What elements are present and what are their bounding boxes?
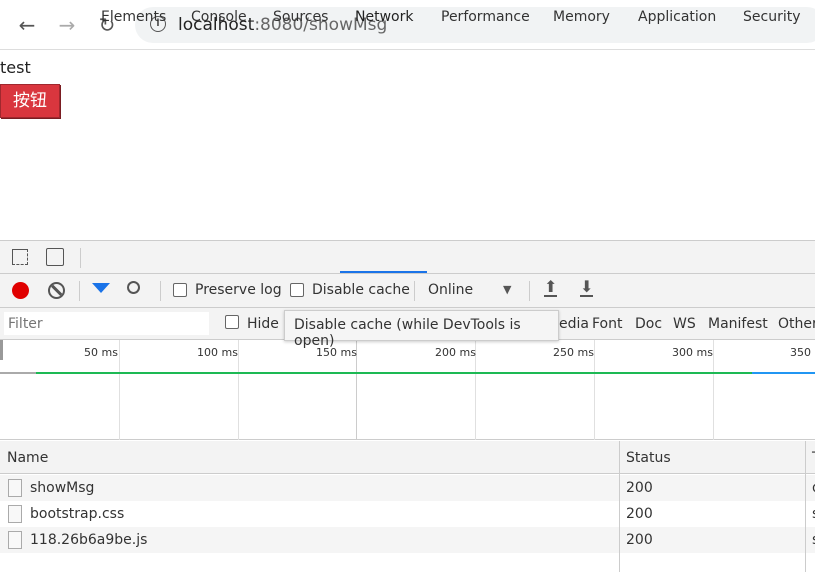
clear-icon[interactable]	[48, 282, 65, 299]
tab-network[interactable]: Network	[355, 9, 413, 25]
request-name: bootstrap.css	[30, 506, 125, 522]
hide-data-urls-checkbox[interactable]	[225, 315, 239, 329]
filter-type-font[interactable]: Font	[592, 316, 622, 332]
timeline-bar-blue	[752, 372, 815, 374]
tick-label: 200 ms	[435, 346, 476, 359]
tab-security[interactable]: Security	[743, 9, 801, 25]
filter-type-manifest[interactable]: Manifest	[708, 316, 768, 332]
dropdown-arrow-icon[interactable]: ▼	[503, 283, 511, 296]
tooltip: Disable cache (while DevTools is open)	[284, 310, 559, 349]
column-name[interactable]: Name	[7, 450, 48, 466]
file-icon	[8, 505, 22, 523]
timeline-bar-green	[36, 372, 752, 374]
tick-label: 100 ms	[197, 346, 238, 359]
inspect-element-icon[interactable]	[12, 249, 28, 265]
timeline-bar-waiting	[0, 372, 36, 374]
file-icon	[8, 531, 22, 549]
tab-sources[interactable]: Sources	[273, 9, 328, 25]
preserve-log-label[interactable]: Preserve log	[195, 282, 282, 298]
file-icon	[8, 479, 22, 497]
filter-icon[interactable]	[92, 283, 110, 293]
tab-elements[interactable]: Elements	[101, 9, 166, 25]
device-toolbar-icon[interactable]	[46, 248, 64, 266]
divider	[414, 281, 415, 301]
import-har-icon[interactable]: ⬆	[544, 279, 558, 297]
throttle-select[interactable]: Online	[428, 282, 473, 298]
filter-type-other[interactable]: Other	[778, 316, 815, 332]
tab-performance[interactable]: Performance	[441, 9, 530, 25]
gridline	[713, 340, 714, 440]
column-divider[interactable]	[619, 441, 620, 572]
tab-memory[interactable]: Memory	[553, 9, 610, 25]
gridline	[594, 340, 595, 440]
disable-cache-checkbox[interactable]	[290, 283, 304, 297]
column-status[interactable]: Status	[626, 450, 671, 466]
tab-console[interactable]: Console	[191, 9, 247, 25]
table-row[interactable]: showMsg 200 d	[0, 475, 815, 501]
filter-input[interactable]	[4, 312, 209, 335]
table-row[interactable]: 118.26b6a9be.js 200 s	[0, 527, 815, 553]
disable-cache-label[interactable]: Disable cache	[312, 282, 410, 298]
forward-icon[interactable]: →	[54, 13, 80, 37]
filter-type-media[interactable]: edia	[559, 316, 589, 332]
tick-label: 350 ms	[790, 346, 815, 359]
tick-label: 50 ms	[84, 346, 118, 359]
request-name: 118.26b6a9be.js	[30, 532, 148, 548]
filter-type-ws[interactable]: WS	[673, 316, 696, 332]
tick-label: 250 ms	[553, 346, 594, 359]
divider	[160, 281, 161, 301]
divider	[79, 281, 80, 301]
page-button[interactable]: 按钮	[0, 84, 60, 118]
page-text: test	[0, 58, 31, 77]
gridline	[119, 340, 120, 440]
hide-data-urls-label[interactable]: Hide	[247, 316, 279, 332]
devtools-tabbar	[0, 240, 815, 274]
column-divider[interactable]	[805, 441, 806, 572]
search-icon[interactable]	[127, 281, 140, 294]
timeline-handle[interactable]	[0, 340, 3, 360]
record-icon[interactable]	[12, 282, 29, 299]
request-status: 200	[626, 480, 653, 496]
table-row[interactable]: bootstrap.css 200 s	[0, 501, 815, 527]
request-status: 200	[626, 532, 653, 548]
request-name: showMsg	[30, 480, 95, 496]
preserve-log-checkbox[interactable]	[173, 283, 187, 297]
divider	[80, 248, 81, 268]
back-icon[interactable]: ←	[14, 13, 40, 37]
export-har-icon[interactable]: ⬇	[580, 279, 594, 297]
table-header: Name Status T	[0, 441, 815, 474]
gridline	[238, 340, 239, 440]
active-tab-indicator	[340, 271, 427, 273]
request-status: 200	[626, 506, 653, 522]
divider	[529, 281, 530, 301]
tick-label: 300 ms	[672, 346, 713, 359]
timeline-overview[interactable]: 50 ms 100 ms 150 ms 200 ms 250 ms 300 ms…	[0, 340, 815, 440]
tab-application[interactable]: Application	[638, 9, 716, 25]
filter-type-doc[interactable]: Doc	[635, 316, 662, 332]
